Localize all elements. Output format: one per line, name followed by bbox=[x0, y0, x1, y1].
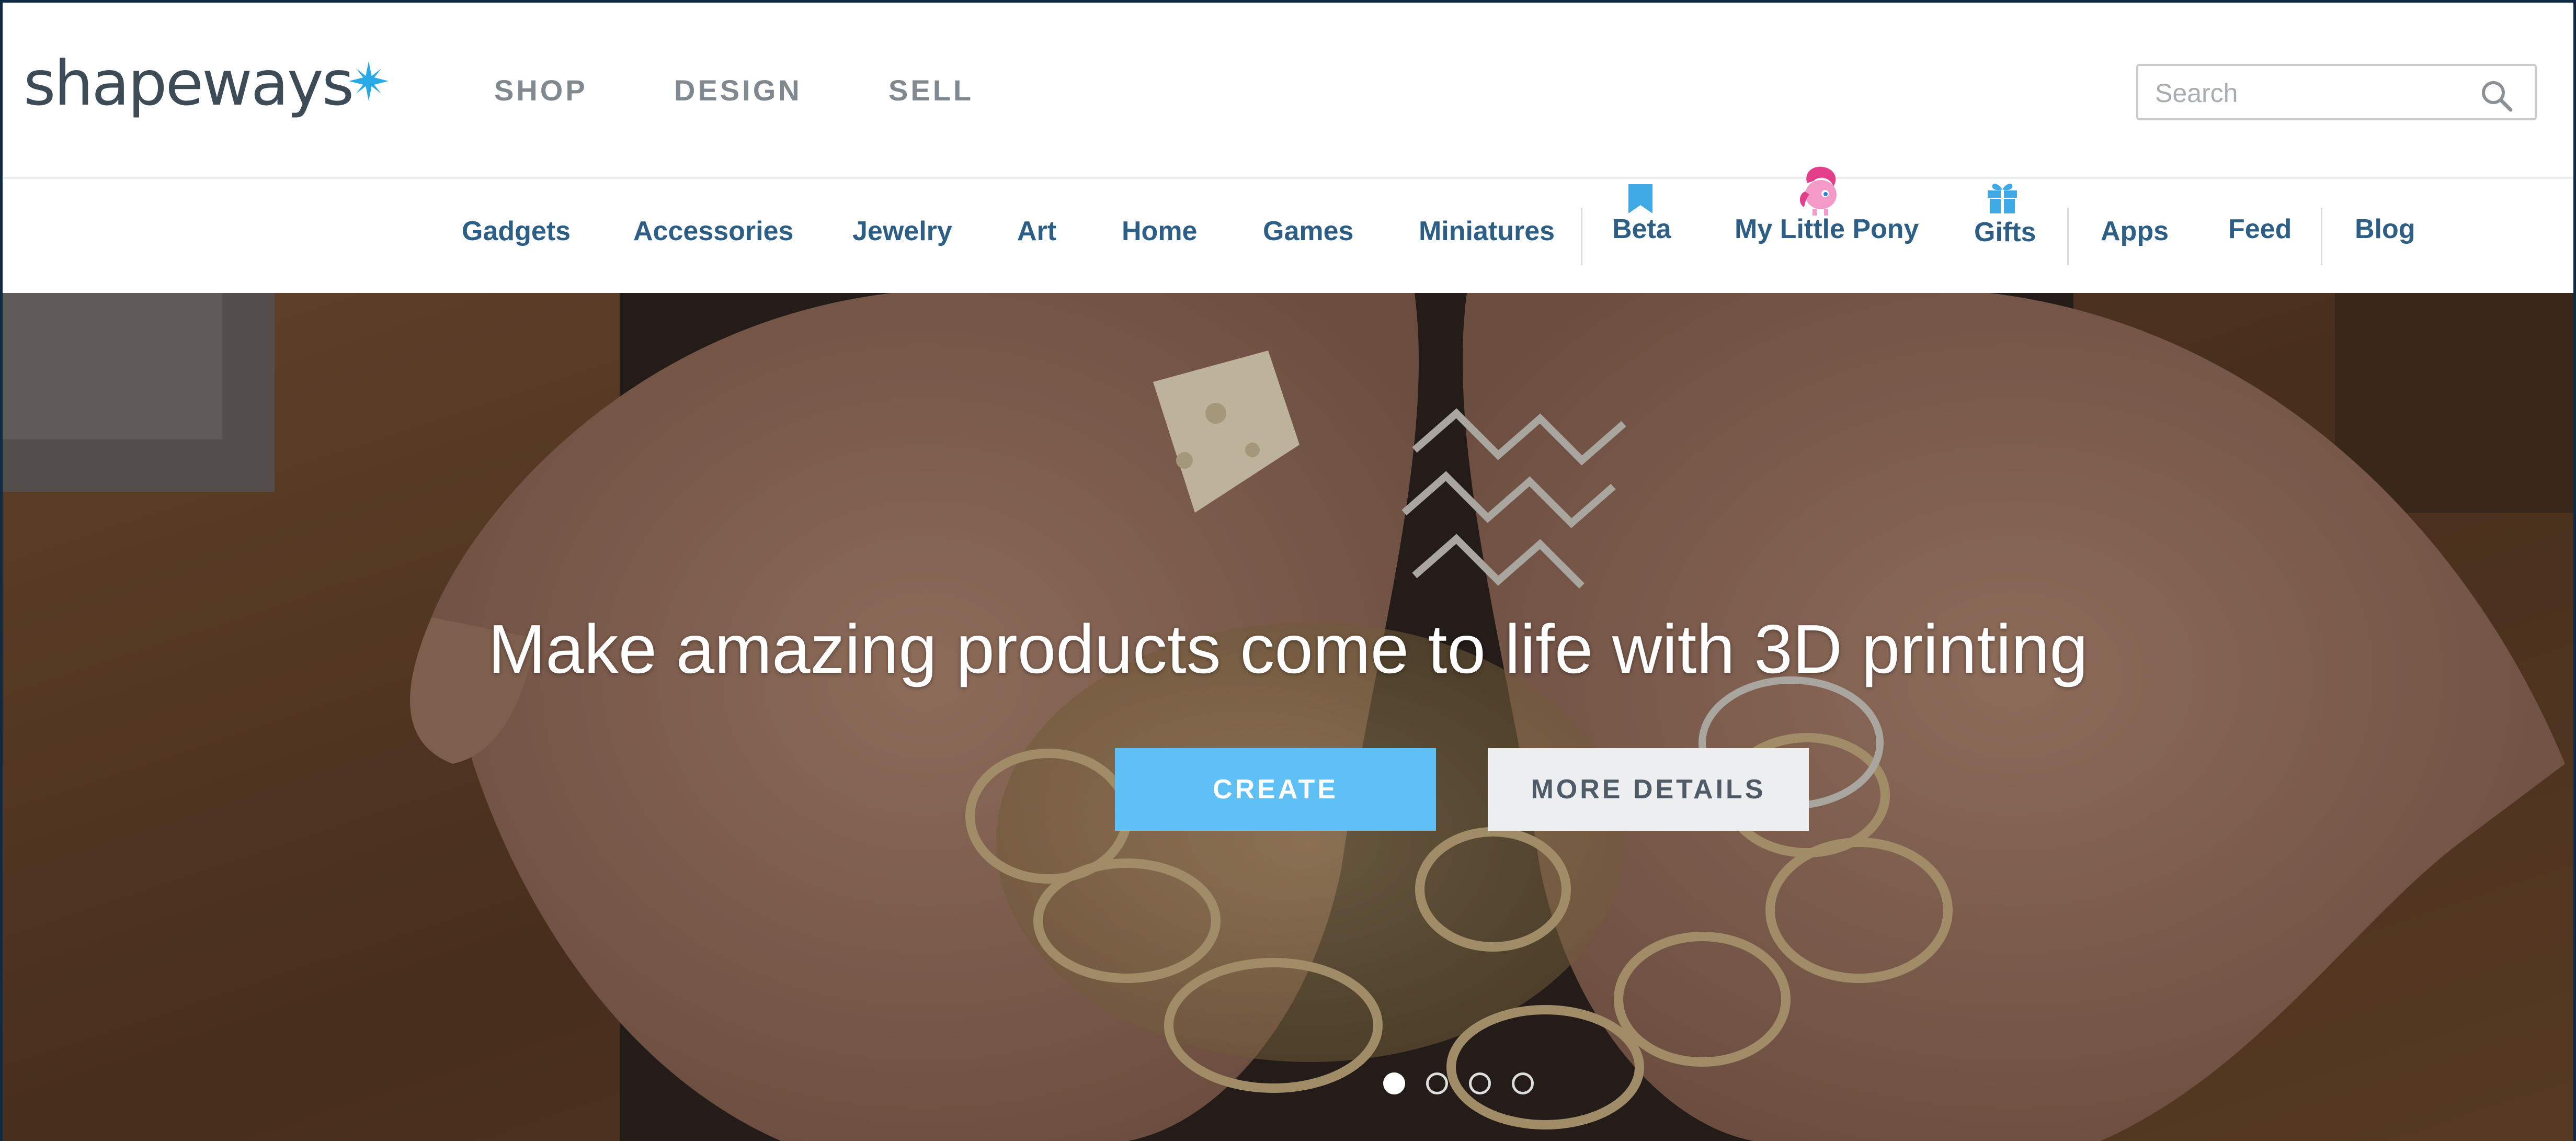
create-button[interactable]: CREATE bbox=[1115, 748, 1436, 831]
more-details-button[interactable]: MORE DETAILS bbox=[1488, 748, 1809, 831]
category-my-little-pony[interactable]: My Little Pony bbox=[1735, 213, 1919, 245]
category-divider bbox=[2067, 208, 2069, 265]
site-header: shapeways SHOP DESIGN SELL bbox=[3, 3, 2573, 179]
nav-sell[interactable]: SELL bbox=[888, 73, 974, 107]
hero-banner: Make amazing products come to life with … bbox=[3, 293, 2573, 1141]
category-art[interactable]: Art bbox=[1017, 216, 1056, 247]
shapeways-logo[interactable]: shapeways bbox=[24, 52, 354, 114]
category-gifts[interactable]: Gifts bbox=[1974, 217, 2036, 248]
nav-design[interactable]: DESIGN bbox=[674, 73, 802, 107]
hero-headline: Make amazing products come to life with … bbox=[488, 611, 2088, 687]
logo-star-icon bbox=[349, 61, 389, 101]
category-home[interactable]: Home bbox=[1122, 216, 1197, 247]
hero-image bbox=[3, 293, 2573, 1141]
category-games[interactable]: Games bbox=[1263, 216, 1353, 247]
category-divider bbox=[1581, 208, 1582, 265]
category-miniatures[interactable]: Miniatures bbox=[1419, 216, 1555, 247]
category-jewelry[interactable]: Jewelry bbox=[852, 216, 952, 247]
category-bar: Gadgets Accessories Jewelry Art Home Gam… bbox=[3, 166, 2573, 293]
carousel-dot-4[interactable] bbox=[1512, 1072, 1534, 1094]
search-box bbox=[2136, 64, 2537, 120]
bookmark-icon bbox=[1628, 184, 1652, 213]
carousel-dot-1[interactable] bbox=[1383, 1072, 1405, 1094]
search-icon[interactable] bbox=[2479, 78, 2514, 113]
category-beta[interactable]: Beta bbox=[1612, 213, 1671, 245]
search-input[interactable] bbox=[2154, 75, 2480, 111]
category-blog[interactable]: Blog bbox=[2355, 213, 2415, 245]
nav-shop[interactable]: SHOP bbox=[494, 73, 588, 107]
category-divider bbox=[2321, 208, 2322, 265]
carousel-dot-3[interactable] bbox=[1469, 1072, 1491, 1094]
gift-icon bbox=[1988, 184, 2017, 213]
category-gadgets[interactable]: Gadgets bbox=[462, 216, 571, 247]
page-frame: shapeways SHOP DESIGN SELL Gadget bbox=[0, 0, 2576, 1141]
carousel-dot-2[interactable] bbox=[1426, 1072, 1448, 1094]
pony-icon bbox=[1799, 166, 1837, 216]
category-apps[interactable]: Apps bbox=[2101, 216, 2169, 247]
category-feed[interactable]: Feed bbox=[2228, 213, 2292, 245]
category-accessories[interactable]: Accessories bbox=[633, 216, 793, 247]
